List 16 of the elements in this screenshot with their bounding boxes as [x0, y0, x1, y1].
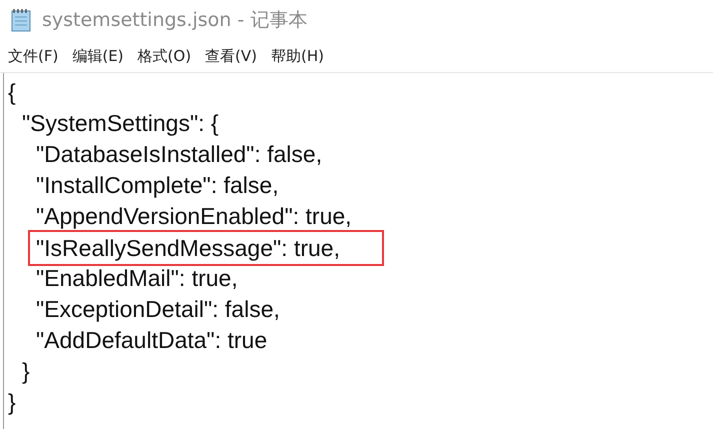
- code-line: }: [8, 388, 16, 417]
- code-line: "AddDefaultData": true: [36, 326, 268, 355]
- code-line: {: [8, 78, 16, 107]
- menu-item[interactable]: 编辑(E): [72, 46, 124, 66]
- code-line: "DatabaseIsInstalled": false,: [36, 140, 322, 169]
- code-line: "EnabledMail": true,: [36, 264, 238, 293]
- code-line: "ExceptionDetail": false,: [36, 295, 280, 324]
- code-line: }: [22, 357, 30, 386]
- code-line: "InstallComplete": false,: [36, 171, 279, 200]
- menu-item[interactable]: 帮助(H): [271, 46, 324, 66]
- code-line: "AppendVersionEnabled": true,: [36, 202, 352, 231]
- code-line: "SystemSettings": {: [22, 109, 219, 138]
- menu-item[interactable]: 查看(V): [205, 46, 258, 66]
- window-title: systemsettings.json - 记事本: [42, 8, 308, 33]
- menu-item[interactable]: 文件(F): [8, 46, 58, 66]
- menu-item[interactable]: 格式(O): [138, 46, 192, 66]
